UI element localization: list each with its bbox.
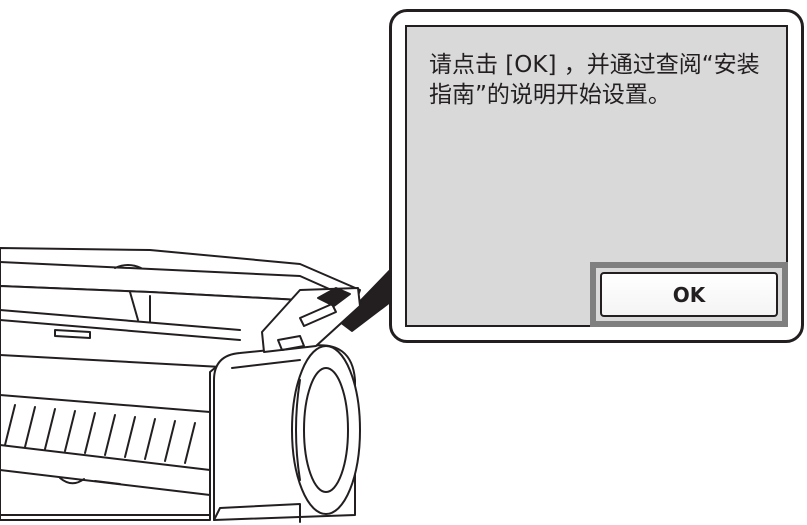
ok-button-highlight: OK	[590, 262, 788, 327]
callout-panel: 请点击 [OK] ，并通过查阅“安装指南”的说明开始设置。 OK	[389, 9, 804, 343]
ok-button[interactable]: OK	[600, 272, 778, 317]
roll-holder-cap	[291, 345, 361, 515]
instruction-message: 请点击 [OK] ，并通过查阅“安装指南”的说明开始设置。	[429, 52, 760, 108]
operation-panel-screen: 请点击 [OK] ，并通过查阅“安装指南”的说明开始设置。 OK	[405, 25, 788, 327]
